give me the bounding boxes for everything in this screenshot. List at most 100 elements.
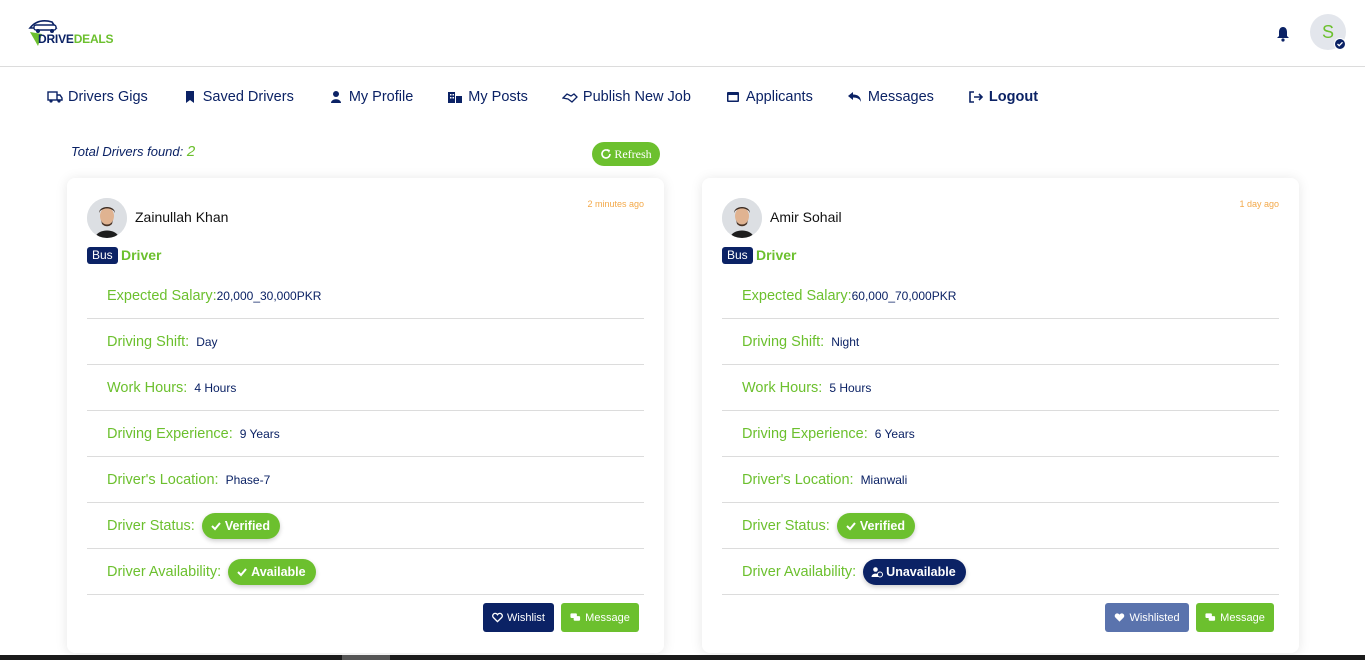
hours-value: 5 Hours <box>829 380 872 395</box>
user-icon <box>330 91 341 103</box>
nav-my-profile[interactable]: My Profile <box>328 89 413 105</box>
wishlist-label: Wishlist <box>507 611 545 624</box>
nav-label: My Posts <box>468 89 528 105</box>
refresh-button[interactable]: Refresh <box>592 142 660 166</box>
logo-word-deals: DEALS <box>73 32 114 46</box>
refresh-icon <box>601 149 612 159</box>
nav-applicants[interactable]: Applicants <box>725 89 813 105</box>
status-row: Driver Status: Verified <box>87 503 644 549</box>
total-label: Total Drivers found: <box>71 144 184 159</box>
nav-label: My Profile <box>348 89 414 105</box>
experience-row: Driving Experience: 6 Years <box>722 411 1279 457</box>
experience-value: 6 Years <box>874 426 915 441</box>
check-icon <box>237 567 247 576</box>
availability-value: Available <box>251 564 306 579</box>
driver-card: Zainullah Khan 2 minutes ago Bus Driver … <box>67 178 664 653</box>
status-label: Driver Status: <box>107 517 195 534</box>
nav-label: Logout <box>988 89 1039 105</box>
verified-check-icon <box>1334 38 1346 50</box>
experience-value: 9 Years <box>239 426 280 441</box>
salary-value: 20,000_30,000PKR <box>216 288 322 303</box>
bell-icon[interactable] <box>1276 26 1290 42</box>
check-icon <box>211 521 221 530</box>
building-icon <box>448 92 463 103</box>
total-drivers-text: Total Drivers found: 2 <box>71 143 195 160</box>
location-label: Driver's Location: <box>107 471 219 488</box>
verified-badge: Verified <box>836 512 916 539</box>
posted-time: 1 day ago <box>1239 199 1279 209</box>
logo-wordmark: DRIVEDEALS <box>38 32 114 46</box>
driver-name: Amir Sohail <box>770 209 842 225</box>
nav-publish-new-job[interactable]: Publish New Job <box>561 89 691 105</box>
hours-label: Work Hours: <box>742 379 823 396</box>
card-actions: Wishlisted Message <box>1098 603 1274 632</box>
nav-saved-drivers[interactable]: Saved Drivers <box>182 89 294 105</box>
wishlist-label: Wishlisted <box>1129 611 1180 624</box>
message-label: Message <box>1220 611 1265 624</box>
driver-photo-icon <box>722 198 762 238</box>
logout-icon <box>969 91 984 103</box>
hours-row: Work Hours: 4 Hours <box>87 365 644 411</box>
nav-label: Drivers Gigs <box>68 89 148 105</box>
availability-label: Driver Availability: <box>742 563 857 580</box>
hours-label: Work Hours: <box>107 379 188 396</box>
status-value: Verified <box>224 518 271 533</box>
location-value: Phase-7 <box>225 472 271 487</box>
heart-icon <box>492 612 503 623</box>
driver-role: Driver <box>121 247 162 263</box>
top-header: DRIVEDEALS S <box>0 0 1365 67</box>
user-clock-icon <box>871 566 884 577</box>
vehicle-badge: Bus <box>722 247 753 264</box>
vehicle-badge: Bus <box>87 247 118 264</box>
salary-label: Expected Salary: <box>107 287 217 304</box>
card-actions: Wishlist Message <box>476 603 639 632</box>
comments-icon <box>570 613 581 621</box>
status-value: Verified <box>859 518 906 533</box>
status-label: Driver Status: <box>742 517 830 534</box>
shift-value: Day <box>196 334 218 349</box>
check-icon <box>846 521 856 530</box>
shift-label: Driving Shift: <box>742 333 825 350</box>
wishlist-button[interactable]: Wishlist <box>483 603 554 632</box>
scrollbar-thumb[interactable] <box>342 655 390 660</box>
wishlisted-button[interactable]: Wishlisted <box>1105 603 1189 632</box>
refresh-label: Refresh <box>614 146 652 161</box>
availability-badge: Unavailable <box>863 558 966 585</box>
driver-card: Amir Sohail 1 day ago Bus Driver Expecte… <box>702 178 1299 653</box>
nav-my-posts[interactable]: My Posts <box>447 89 528 105</box>
status-row: Driver Status: Verified <box>722 503 1279 549</box>
message-button[interactable]: Message <box>561 603 639 632</box>
message-button[interactable]: Message <box>1196 603 1274 632</box>
driver-photo-icon <box>87 198 127 238</box>
horizontal-scrollbar[interactable] <box>0 655 1365 660</box>
shift-row: Driving Shift: Day <box>87 319 644 365</box>
driver-role: Driver <box>756 247 797 263</box>
driver-avatar <box>87 198 127 238</box>
reply-icon <box>847 92 861 102</box>
shift-value: Night <box>831 334 860 349</box>
shift-label: Driving Shift: <box>107 333 190 350</box>
salary-row: Expected Salary: 20,000_30,000PKR <box>87 273 644 319</box>
total-count: 2 <box>186 143 196 160</box>
driver-details: Expected Salary: 20,000_30,000PKR Drivin… <box>87 273 644 595</box>
location-value: Mianwali <box>860 472 908 487</box>
experience-label: Driving Experience: <box>742 425 868 442</box>
message-label: Message <box>585 611 630 624</box>
hours-value: 4 Hours <box>194 380 237 395</box>
posted-time: 2 minutes ago <box>587 199 644 209</box>
nav-drivers-gigs[interactable]: Drivers Gigs <box>47 89 148 105</box>
driver-name: Zainullah Khan <box>135 209 229 225</box>
nav-messages[interactable]: Messages <box>847 89 934 105</box>
nav-logout[interactable]: Logout <box>968 89 1038 105</box>
nav-label: Publish New Job <box>582 89 691 105</box>
nav-label: Saved Drivers <box>202 89 294 105</box>
driver-details: Expected Salary: 60,000_70,000PKR Drivin… <box>722 273 1279 595</box>
id-card-icon <box>726 92 739 102</box>
heart-icon <box>1115 613 1125 622</box>
location-row: Driver's Location: Phase-7 <box>87 457 644 503</box>
driver-avatar <box>722 198 762 238</box>
salary-value: 60,000_70,000PKR <box>851 288 957 303</box>
truck-icon <box>47 91 63 103</box>
experience-label: Driving Experience: <box>107 425 233 442</box>
avatar-initial: S <box>1321 21 1334 42</box>
